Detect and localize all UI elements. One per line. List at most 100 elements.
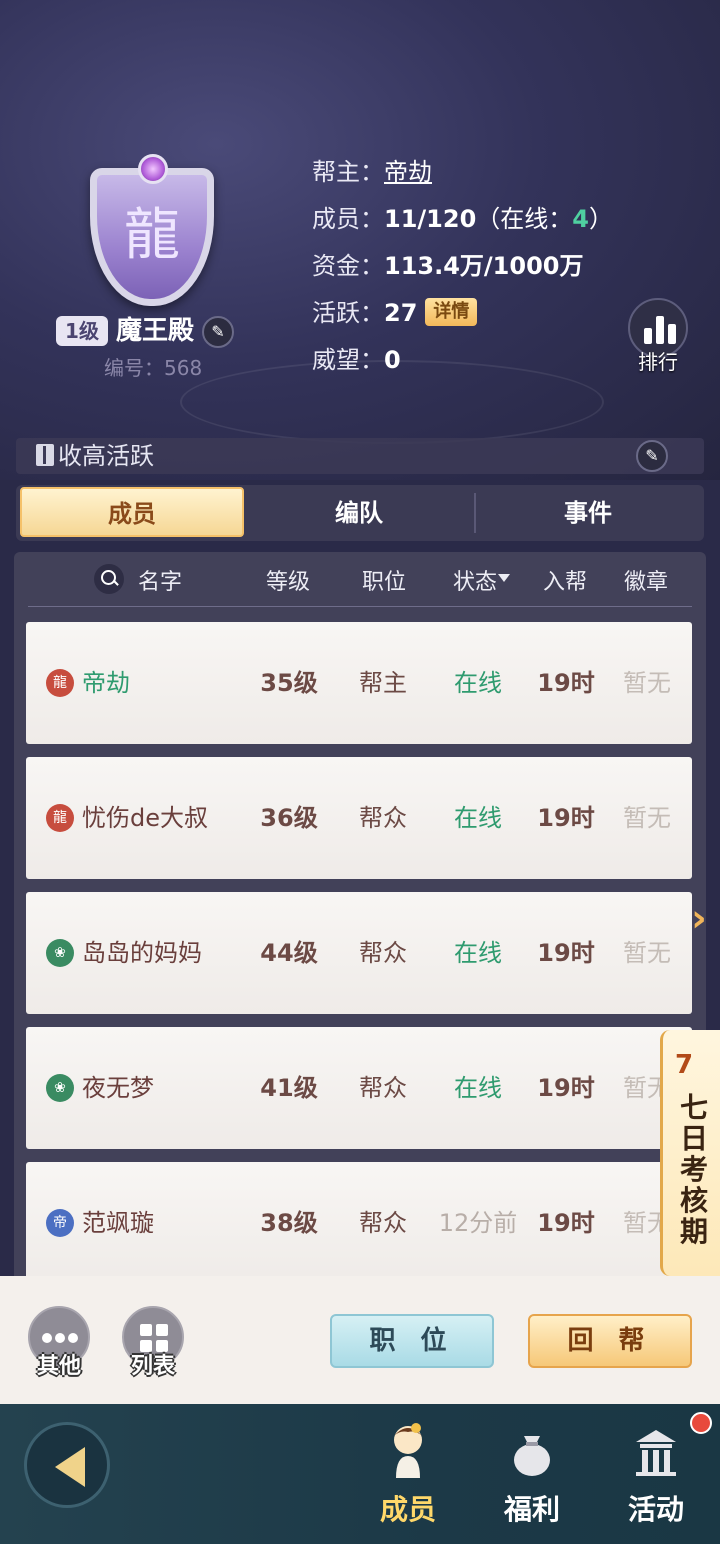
table-row[interactable]: 龍 帝劫 35级 帮主 在线 19时 暂无 (26, 622, 692, 744)
notice-text: 收高活跃 (58, 442, 154, 470)
table-header: 名字 等级 职位 状态 入帮 徽章 (14, 552, 706, 608)
guild-id-value: 568 (164, 356, 203, 380)
character-icon (394, 1423, 422, 1478)
member-join: 19时 (537, 804, 595, 832)
members-row: 成员：11/120（在线：4） (312, 199, 613, 246)
header-level[interactable]: 等级 (248, 564, 328, 596)
dragon-icon: 龍 (124, 203, 180, 268)
tab-bar: 成员 编队 事件 (16, 485, 704, 541)
member-name: 岛岛的妈妈 (82, 939, 202, 967)
event-number: 7 (675, 1050, 694, 1080)
member-list-panel: 名字 等级 职位 状态 入帮 徽章 龍 帝劫 35级 帮主 在线 19时 暂无 … (14, 552, 706, 1282)
nav-activity-label: 活动 (627, 1493, 684, 1526)
back-arrow-icon[interactable] (24, 1422, 110, 1508)
member-position: 帮主 (359, 669, 407, 697)
avatar: ❀ (46, 1074, 74, 1102)
member-name: 夜无梦 (82, 1074, 154, 1102)
table-row[interactable]: ❀ 岛岛的妈妈 44级 帮众 在线 19时 暂无 (26, 892, 692, 1014)
active-row: 活跃：27 详情 (312, 293, 613, 340)
guild-level-badge: 1级 (56, 316, 108, 346)
guild-emblem: 龍 (78, 150, 228, 310)
member-status: 在线 (454, 1074, 502, 1102)
prestige-key: 威望： (312, 346, 384, 374)
member-badge: 暂无 (623, 804, 671, 832)
funds-value: 113.4万/1000万 (384, 252, 584, 280)
member-join: 19时 (537, 1074, 595, 1102)
leader-link[interactable]: 帝劫 (384, 158, 432, 186)
table-row[interactable]: 帝 范飒璇 38级 帮众 12分前 19时 暂无 (26, 1162, 692, 1282)
seven-day-event-banner[interactable]: 7 七日考核期 (660, 1030, 720, 1276)
nav-activity[interactable]: 活动 (608, 1422, 704, 1532)
gem-icon (138, 154, 168, 184)
detail-button[interactable]: 详情 (425, 298, 478, 326)
sort-caret-icon[interactable] (498, 574, 510, 582)
member-level: 35级 (260, 669, 318, 697)
member-position: 帮众 (359, 939, 407, 967)
header-position[interactable]: 职位 (344, 564, 424, 596)
header-badge[interactable]: 徽章 (608, 564, 684, 596)
prestige-value: 0 (384, 346, 401, 374)
member-status: 在线 (454, 669, 502, 697)
online-label: （在线： (476, 205, 573, 233)
search-icon[interactable] (94, 564, 124, 594)
funds-row: 资金：113.4万/1000万 (312, 246, 613, 293)
table-row[interactable]: 龍 忧伤de大叔 36级 帮众 在线 19时 暂无 (26, 757, 692, 879)
other-label: 其他 (36, 1354, 81, 1379)
guild-id: 编号：568 (104, 352, 202, 381)
tab-events[interactable]: 事件 (476, 485, 700, 541)
member-level: 38级 (260, 1209, 318, 1237)
bottom-nav: 成员 福利 活动 (0, 1404, 720, 1544)
avatar: ❀ (46, 939, 74, 967)
member-level: 36级 (260, 804, 318, 832)
member-status: 在线 (454, 804, 502, 832)
active-key: 活跃： (312, 299, 384, 327)
member-badge: 暂无 (623, 939, 671, 967)
member-level: 44级 (260, 939, 318, 967)
header-divider (28, 606, 692, 607)
member-join: 19时 (537, 1209, 595, 1237)
table-row[interactable]: ❀ 夜无梦 41级 帮众 在线 19时 暂无 (26, 1027, 692, 1149)
return-guild-button[interactable]: 回 帮 (528, 1314, 692, 1368)
leader-row: 帮主：帝劫 (312, 152, 613, 199)
more-dots-icon (42, 1333, 78, 1343)
member-position: 帮众 (359, 804, 407, 832)
guild-name: 魔王殿 (116, 316, 195, 346)
header-name[interactable]: 名字 (130, 564, 190, 596)
action-bar: 其他 列表 职 位 回 帮 (0, 1276, 720, 1404)
tab-members[interactable]: 成员 (20, 487, 244, 537)
nav-members[interactable]: 成员 (360, 1422, 456, 1532)
edit-name-icon[interactable]: ✎ (202, 316, 234, 348)
members-count: 11/120 (384, 205, 477, 233)
guild-id-label: 编号： (104, 356, 164, 380)
active-value: 27 (384, 299, 418, 327)
bar-chart-icon (644, 314, 676, 344)
member-status: 在线 (454, 939, 502, 967)
member-name: 帝劫 (82, 669, 130, 697)
avatar: 龍 (46, 804, 74, 832)
header-join[interactable]: 入帮 (528, 564, 602, 596)
chevron-right-icon[interactable]: › (684, 896, 714, 940)
funds-key: 资金： (312, 252, 384, 280)
temple-icon (636, 1430, 676, 1476)
member-position: 帮众 (359, 1074, 407, 1102)
prestige-row: 威望：0 (312, 340, 613, 387)
member-position: 帮众 (359, 1209, 407, 1237)
member-name: 范飒璇 (82, 1209, 154, 1237)
member-rows: 龍 帝劫 35级 帮主 在线 19时 暂无 龍 忧伤de大叔 36级 帮众 在线… (26, 622, 692, 1282)
nav-members-label: 成员 (379, 1493, 436, 1526)
notebook-icon (36, 444, 54, 466)
member-badge: 暂无 (623, 669, 671, 697)
members-key: 成员： (312, 205, 384, 233)
nav-welfare[interactable]: 福利 (484, 1422, 580, 1532)
online-close: ） (588, 205, 613, 233)
notification-dot (690, 1412, 712, 1434)
edit-notice-icon[interactable]: ✎ (636, 440, 668, 472)
member-name: 忧伤de大叔 (82, 804, 208, 832)
list-label: 列表 (130, 1354, 175, 1379)
member-level: 41级 (260, 1074, 318, 1102)
money-bag-icon (514, 1436, 550, 1476)
member-join: 19时 (537, 939, 595, 967)
tab-formation[interactable]: 编队 (246, 485, 472, 541)
member-join: 19时 (537, 669, 595, 697)
position-button[interactable]: 职 位 (330, 1314, 494, 1368)
